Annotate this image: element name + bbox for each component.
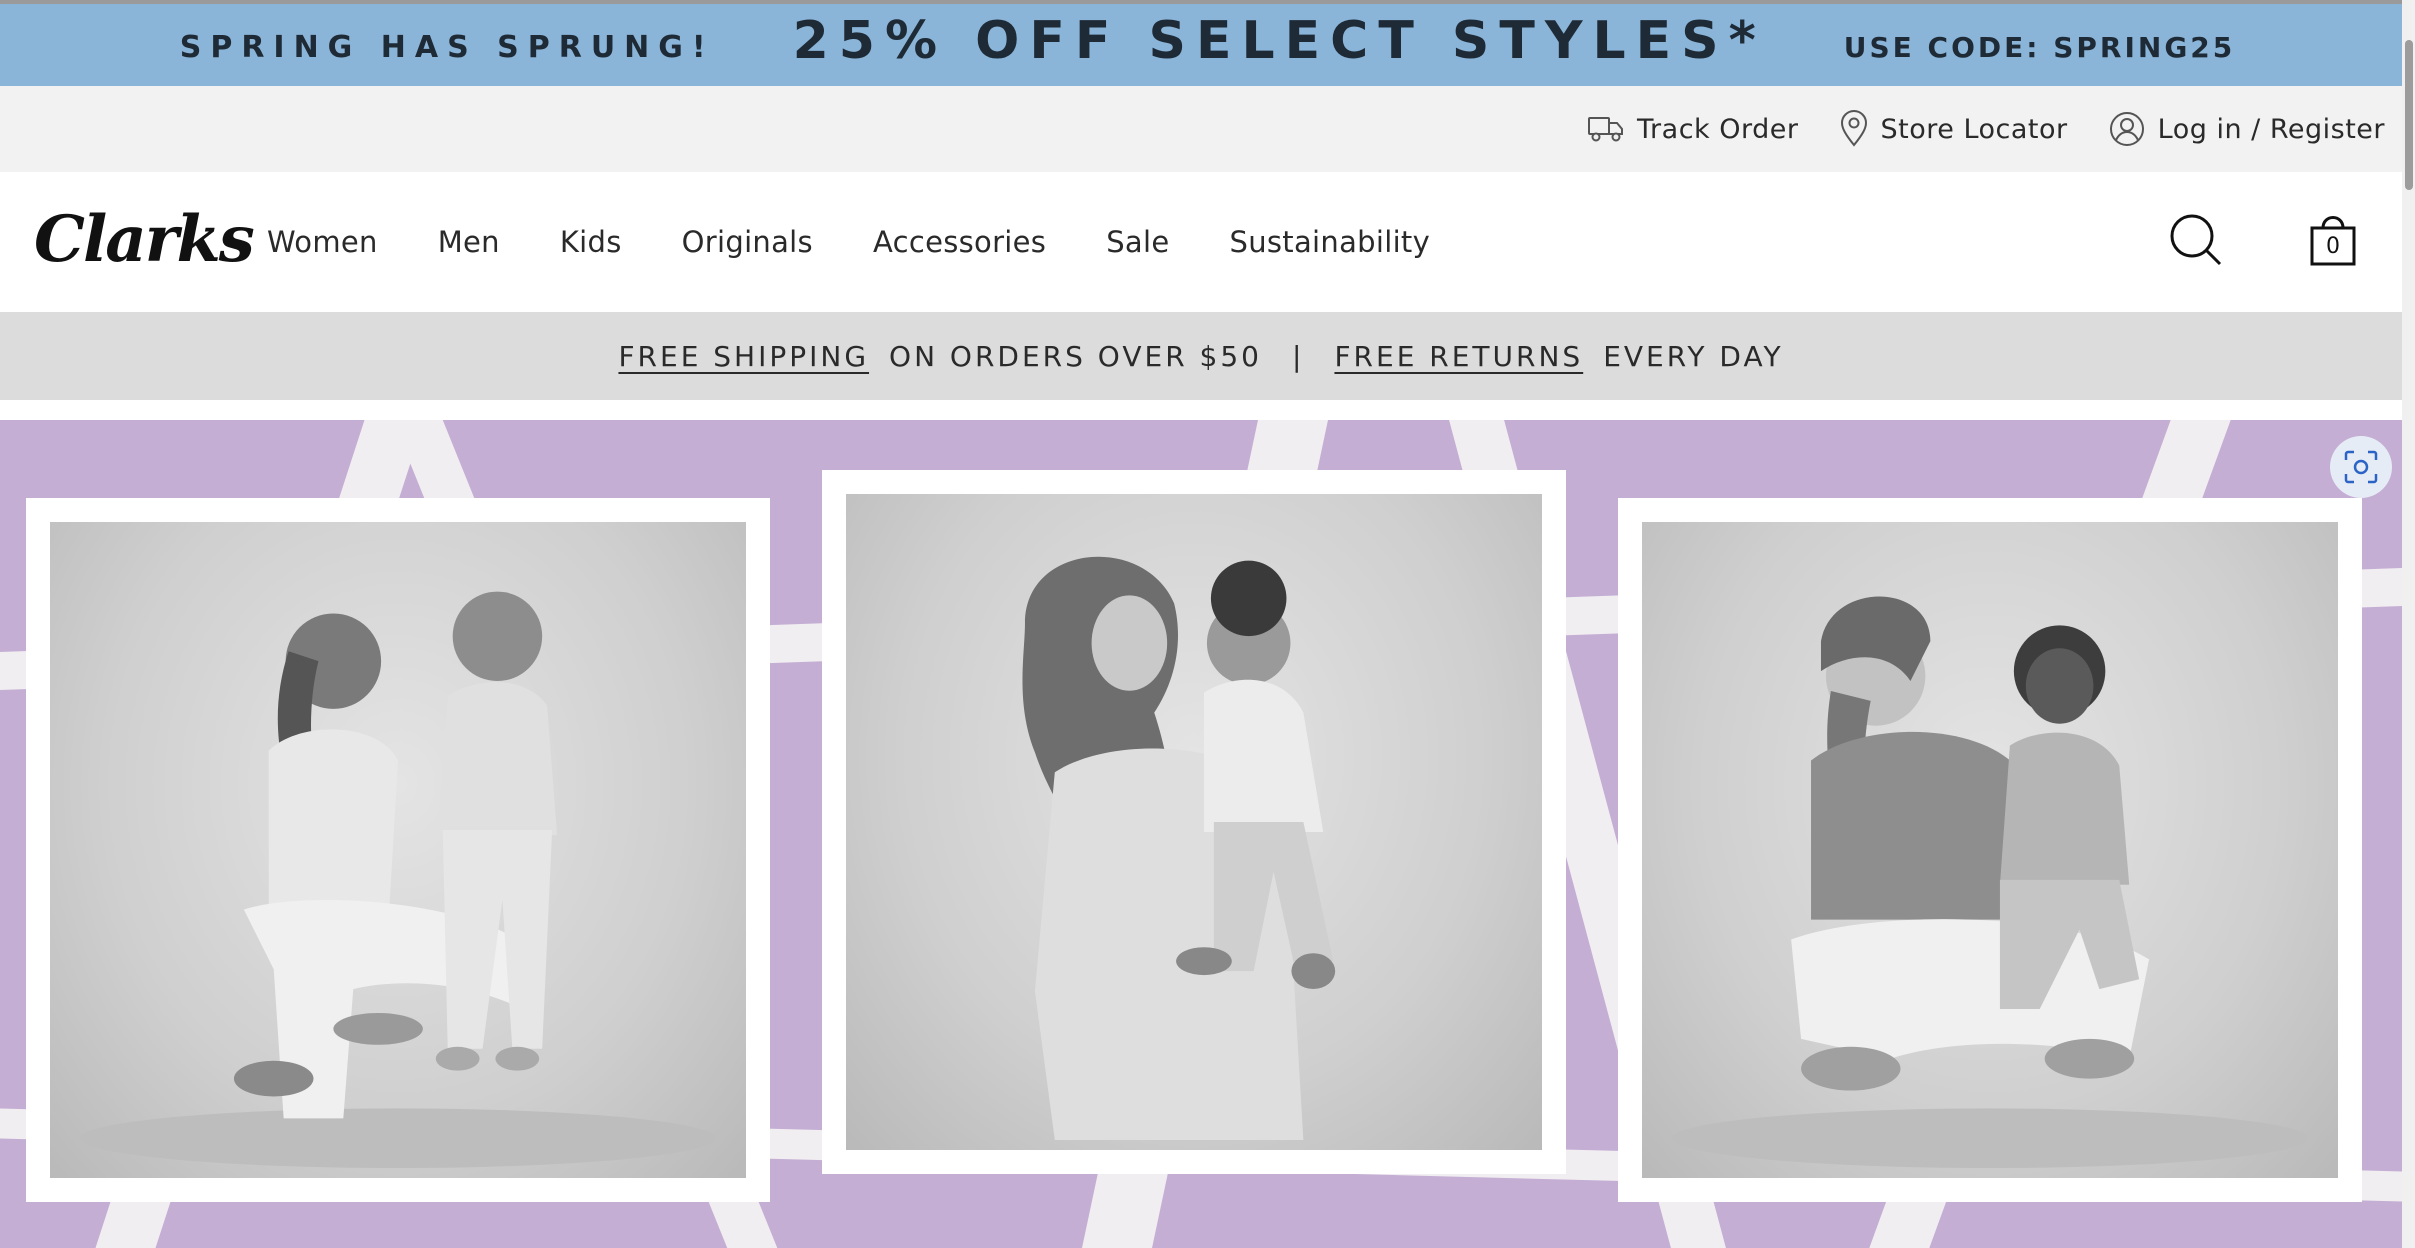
shopping-bag-button[interactable]: 0: [2308, 212, 2358, 273]
hero-photo: [846, 494, 1542, 1150]
utility-bar: Track Order Store Locator Log in / Regis…: [0, 86, 2415, 172]
user-circle-icon: [2108, 110, 2146, 148]
clarks-logo[interactable]: Clarks: [34, 202, 255, 277]
orders-over-text: ON ORDERS OVER $50: [889, 339, 1262, 373]
promo-code: USE CODE: SPRING25: [1843, 30, 2236, 64]
hero-banner[interactable]: [0, 420, 2402, 1248]
visual-search-button[interactable]: [2330, 436, 2392, 498]
main-nav: Women Men Kids Originals Accessories Sal…: [267, 172, 1490, 312]
hero-photo: [50, 522, 746, 1178]
promo-banner[interactable]: SPRING HAS SPRUNG! 25% OFF SELECT STYLES…: [0, 0, 2415, 86]
nav-originals[interactable]: Originals: [682, 225, 813, 259]
separator: |: [1292, 339, 1305, 373]
nav-men[interactable]: Men: [438, 225, 500, 259]
hero-image-card[interactable]: [26, 498, 770, 1202]
free-shipping-link[interactable]: FREE SHIPPING: [618, 340, 869, 373]
page-scrollbar[interactable]: [2402, 0, 2415, 1248]
promo-headline: 25% OFF SELECT STYLES*: [792, 11, 1766, 71]
hero-photo: [1642, 522, 2338, 1178]
track-order-link[interactable]: Track Order: [1587, 114, 1798, 145]
track-order-label: Track Order: [1637, 113, 1799, 145]
truck-icon: [1587, 114, 1625, 144]
search-icon: [2170, 214, 2222, 266]
nav-women[interactable]: Women: [267, 225, 378, 259]
hero-image-card[interactable]: [822, 470, 1566, 1174]
bag-count: 0: [2326, 234, 2340, 259]
search-button[interactable]: [2168, 212, 2224, 273]
nav-kids[interactable]: Kids: [560, 225, 622, 259]
map-pin-icon: [1839, 110, 1869, 148]
every-day-text: EVERY DAY: [1603, 339, 1784, 373]
login-register-link[interactable]: Log in / Register: [2108, 110, 2385, 148]
promo-lead-text: SPRING HAS SPRUNG!: [179, 29, 715, 65]
free-returns-link[interactable]: FREE RETURNS: [1334, 340, 1583, 373]
store-locator-link[interactable]: Store Locator: [1839, 110, 2068, 148]
nav-accessories[interactable]: Accessories: [873, 225, 1046, 259]
scrollbar-thumb[interactable]: [2405, 40, 2413, 190]
nav-sustainability[interactable]: Sustainability: [1230, 225, 1431, 259]
login-register-label: Log in / Register: [2157, 113, 2385, 145]
visual-search-icon: [2344, 450, 2378, 484]
hero-image-card[interactable]: [1618, 498, 2362, 1202]
shipping-bar: FREE SHIPPING ON ORDERS OVER $50 | FREE …: [0, 312, 2402, 400]
main-header: Clarks Women Men Kids Originals Accessor…: [0, 172, 2402, 312]
nav-sale[interactable]: Sale: [1106, 225, 1169, 259]
store-locator-label: Store Locator: [1880, 113, 2068, 145]
